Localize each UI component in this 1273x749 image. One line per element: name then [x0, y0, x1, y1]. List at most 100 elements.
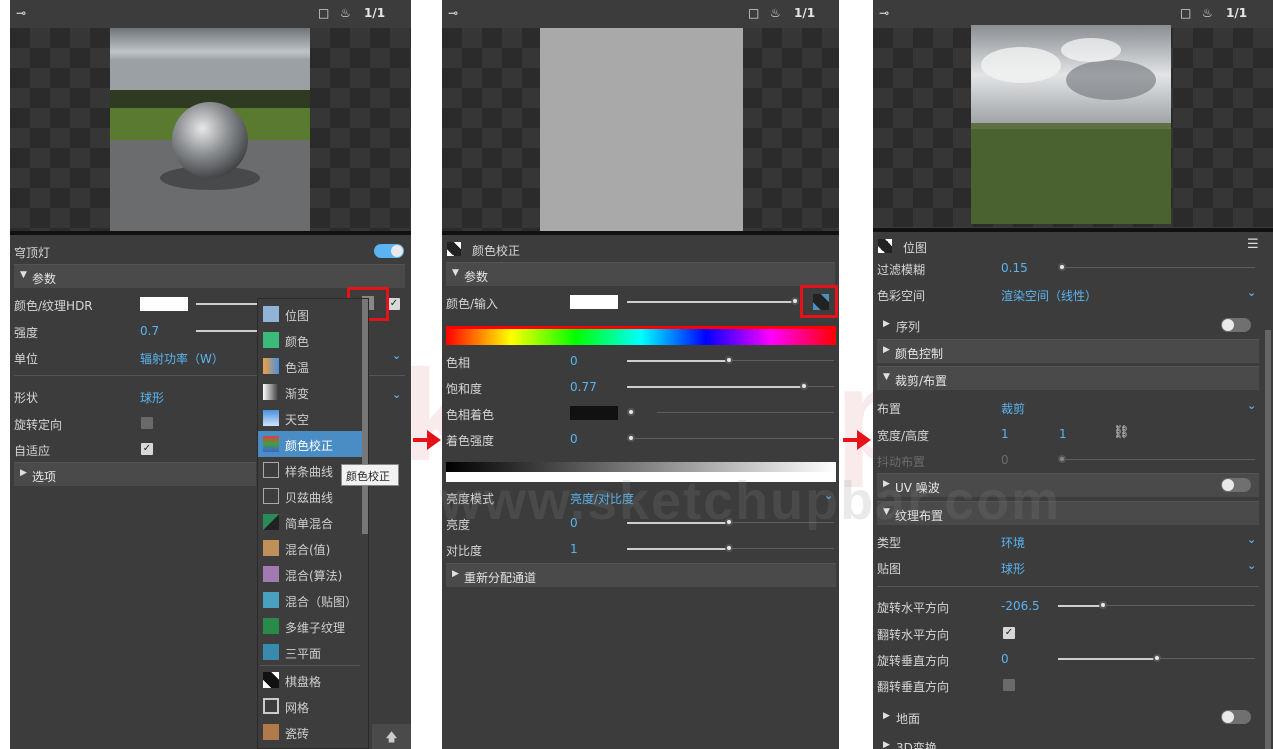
tint-color-row: 色相着色 — [442, 400, 839, 426]
rotate-checkbox[interactable] — [141, 417, 153, 429]
chevron-down-icon[interactable]: ⌄ — [392, 349, 401, 362]
menu-item-mix-algo[interactable]: 混合(算法) — [258, 561, 362, 587]
menu-item-mix-map[interactable]: 混合（贴图） — [258, 587, 362, 613]
flip-vertical-checkbox[interactable] — [1003, 679, 1015, 691]
square-icon[interactable]: □ — [748, 6, 759, 20]
texture-type-menu: 位图 颜色 色温 渐变 天空 颜色校正 样条曲线 贝兹曲线 简单混合 混合(值)… — [257, 298, 369, 749]
section-params[interactable]: ▼ 参数 — [446, 262, 835, 286]
ratio-label[interactable]: 1/1 — [794, 6, 815, 20]
section-3d-transform[interactable]: ▶ 3D变换 — [873, 733, 1273, 749]
flip-horizontal-row: 翻转水平方向 ✓ — [877, 627, 1015, 642]
flip-vertical-row: 翻转垂直方向 — [873, 672, 1273, 698]
preview-toolbar: ⊸ □ ♨ 1/1 — [10, 0, 411, 28]
menu-item-triplanar[interactable]: 三平面 — [258, 639, 362, 665]
contrast-row: 对比度 1 — [442, 536, 839, 562]
menu-item-mix-value[interactable]: 混合(值) — [258, 535, 362, 561]
tint-strength-row: 着色强度 0 — [442, 426, 839, 452]
preview-toolbar: ⊸ □ ♨ 1/1 — [873, 0, 1273, 28]
chevron-down-icon[interactable]: ⌄ — [392, 388, 401, 401]
ratio-label[interactable]: 1/1 — [1226, 6, 1247, 20]
sequence-toggle[interactable] — [1221, 318, 1251, 332]
input-slider[interactable] — [627, 301, 795, 303]
node-header: 颜色校正 — [442, 236, 839, 262]
chevron-down-icon[interactable]: ⌄ — [1247, 399, 1256, 412]
chevron-down-icon[interactable]: ⌄ — [1247, 559, 1256, 572]
adaptive-checkbox[interactable]: ✓ — [141, 443, 153, 455]
layout-row: 布置 裁剪 ⌄ — [877, 399, 1257, 416]
node-title: 穹顶灯 — [14, 246, 51, 260]
section-options[interactable]: ▶ 选项 — [14, 462, 256, 486]
color-correction-panel: ⊸ □ ♨ 1/1 颜色校正 ▼ 参数 颜色/输入 色相 0 饱和度 0.77 — [442, 0, 839, 749]
ground-toggle[interactable] — [1221, 710, 1251, 724]
section-color-control[interactable]: ▶ 颜色控制 — [877, 339, 1259, 363]
menu-item-sky[interactable]: 天空 — [258, 405, 362, 431]
panel-scrollbar[interactable] — [1265, 330, 1271, 749]
saturation-row: 饱和度 0.77 — [442, 374, 839, 400]
saturation-slider-knob[interactable] — [800, 382, 808, 390]
hdri-preview — [971, 25, 1171, 224]
width-height-row: 宽度/高度 1 1 ⛓ — [877, 425, 1130, 443]
menu-item-multi-sub[interactable]: 多维子纹理 — [258, 613, 362, 639]
color-space-row: 色彩空间 渲染空间（线性） ⌄ — [877, 286, 1257, 303]
menu-item-bitmap[interactable]: 位图 — [258, 301, 362, 327]
flip-horizontal-checkbox[interactable]: ✓ — [1003, 627, 1015, 639]
rotate-horizontal-slider-knob[interactable] — [1099, 601, 1107, 609]
chevron-down-icon[interactable]: ⌄ — [1247, 286, 1256, 299]
square-icon[interactable]: □ — [1180, 6, 1191, 20]
color-slider[interactable] — [196, 303, 266, 305]
menu-item-simple-mix[interactable]: 简单混合 — [258, 509, 362, 535]
scroll-up-icon[interactable]: 🡅 — [372, 724, 411, 749]
mapping-row: 贴图 球形 ⌄ — [877, 559, 1257, 576]
preview-viewport — [442, 28, 839, 231]
section-params[interactable]: ▼ 参数 — [14, 264, 405, 288]
hue-slider-knob[interactable] — [725, 356, 733, 364]
filter-blur-slider-knob[interactable] — [1058, 263, 1066, 271]
rotate-vertical-slider-knob[interactable] — [1153, 654, 1161, 662]
menu-item-checker[interactable]: 棋盘格 — [258, 667, 362, 693]
section-sequence[interactable]: ▶ 序列 — [873, 312, 1273, 338]
lock-icon[interactable]: ⊸ — [16, 6, 26, 20]
rotate-vertical-row: 旋转垂直方向 0 — [873, 646, 1273, 672]
menu-scrollbar[interactable] — [362, 299, 368, 534]
section-remap-channels[interactable]: ▶ 重新分配通道 — [446, 563, 836, 587]
intensity-slider[interactable] — [196, 330, 266, 332]
hue-row: 色相 0 — [442, 348, 839, 374]
enable-toggle[interactable] — [374, 244, 404, 258]
teapot-icon[interactable]: ♨ — [340, 6, 351, 20]
menu-item-bezier[interactable]: 贝兹曲线 — [258, 483, 362, 509]
teapot-icon[interactable]: ♨ — [1202, 6, 1213, 20]
settings-sliders-icon[interactable]: ☰ — [1247, 237, 1259, 252]
filter-blur-row: 过滤模糊 0.15 — [873, 255, 1273, 281]
texture-checkbox[interactable]: ✓ — [388, 298, 400, 310]
menu-item-color[interactable]: 颜色 — [258, 327, 362, 353]
menu-item-color-correction[interactable]: 颜色校正 — [258, 431, 362, 457]
menu-item-grid[interactable]: 网格 — [258, 693, 362, 719]
hue-gradient-bar — [446, 326, 836, 345]
menu-item-temperature[interactable]: 色温 — [258, 353, 362, 379]
ratio-label[interactable]: 1/1 — [364, 6, 385, 20]
menu-item-gradient[interactable]: 渐变 — [258, 379, 362, 405]
color-swatch[interactable] — [140, 297, 188, 311]
preview-viewport — [873, 25, 1273, 227]
node-header: 穹顶灯 — [10, 238, 411, 264]
tint-color-swatch[interactable] — [570, 406, 618, 420]
preview-viewport — [10, 28, 411, 231]
color-input-row: 颜色/输入 — [442, 289, 839, 315]
tint-strength-slider-knob[interactable] — [627, 434, 635, 442]
square-icon[interactable]: □ — [318, 6, 329, 20]
section-ground[interactable]: ▶ 地面 — [873, 704, 1273, 730]
section-crop-layout[interactable]: ▼ 裁剪/布置 — [877, 366, 1259, 390]
arrow-right-head — [857, 430, 871, 450]
lock-icon[interactable]: ⊸ — [879, 6, 889, 20]
color-swatch[interactable] — [570, 295, 618, 309]
teapot-icon[interactable]: ♨ — [770, 6, 781, 20]
uv-noise-toggle[interactable] — [1221, 478, 1251, 492]
rotate-horizontal-row: 旋转水平方向 -206.5 — [873, 593, 1273, 619]
menu-item-tiles[interactable]: 瓷砖 — [258, 719, 362, 745]
link-icon[interactable]: ⛓ — [1113, 425, 1130, 440]
chevron-down-icon[interactable]: ⌄ — [1247, 533, 1256, 546]
checker-node-icon — [447, 242, 461, 256]
preview-toolbar: ⊸ □ ♨ 1/1 — [442, 0, 839, 28]
contrast-slider-knob[interactable] — [725, 544, 733, 552]
lock-icon[interactable]: ⊸ — [448, 6, 458, 20]
